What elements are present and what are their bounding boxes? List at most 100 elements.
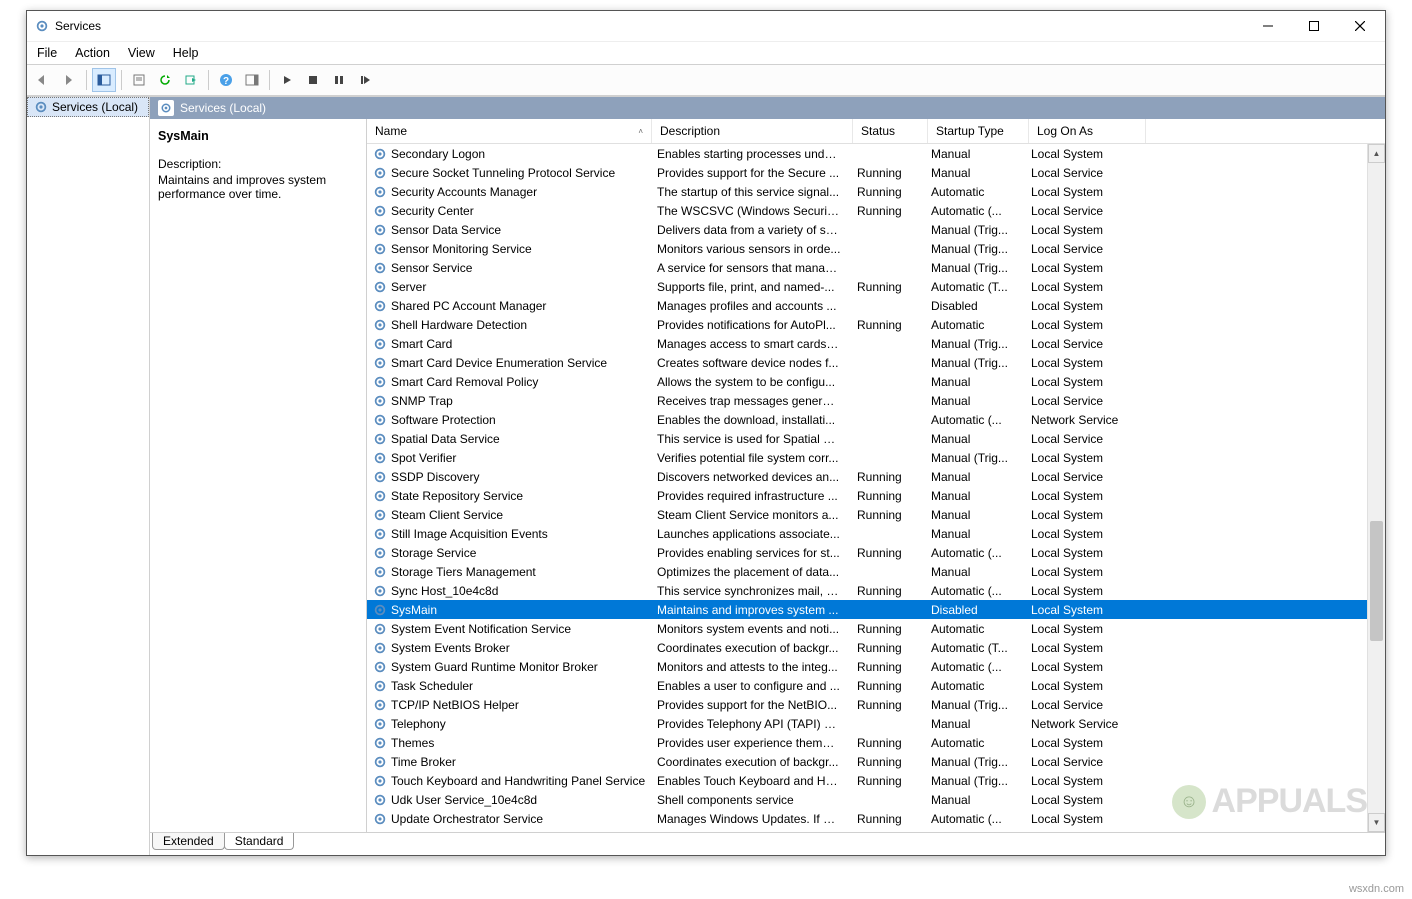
scroll-track[interactable] [1368,163,1385,813]
table-row[interactable]: ThemesProvides user experience theme ...… [367,733,1367,752]
table-row[interactable]: Storage ServiceProvides enabling service… [367,543,1367,562]
table-row[interactable]: Storage Tiers ManagementOptimizes the pl… [367,562,1367,581]
back-button[interactable] [31,68,55,92]
service-status: Running [849,584,923,598]
gear-icon [373,831,387,833]
table-row[interactable]: TelephonyProvides Telephony API (TAPI) s… [367,714,1367,733]
table-row[interactable]: ServerSupports file, print, and named-..… [367,277,1367,296]
col-log-on-as[interactable]: Log On As [1029,119,1146,143]
service-desc: Enables Touch Keyboard and Ha... [649,774,849,788]
scroll-down-button[interactable]: ▼ [1368,813,1385,832]
scroll-thumb[interactable] [1370,521,1383,641]
pause-service-button[interactable] [327,68,351,92]
table-row[interactable]: SSDP DiscoveryDiscovers networked device… [367,467,1367,486]
table-row[interactable]: Spatial Data ServiceThis service is used… [367,429,1367,448]
service-desc: Steam Client Service monitors a... [649,508,849,522]
table-row[interactable]: Sensor Monitoring ServiceMonitors variou… [367,239,1367,258]
scrollbar[interactable]: ▲ ▼ [1367,144,1385,832]
service-desc: Provides Telephony API (TAPI) su... [649,717,849,731]
table-row[interactable]: Udk User Service_10e4c8dShell components… [367,790,1367,809]
forward-button[interactable] [57,68,81,92]
table-row[interactable]: Task SchedulerEnables a user to configur… [367,676,1367,695]
start-service-button[interactable] [275,68,299,92]
close-button[interactable] [1337,11,1383,41]
table-row[interactable]: Smart Card Device Enumeration ServiceCre… [367,353,1367,372]
service-startup: Manual (Trig... [923,356,1023,370]
service-logon: Local Service [1023,204,1139,218]
table-row[interactable]: Spot VerifierVerifies potential file sys… [367,448,1367,467]
service-desc: Provides support for the NetBIO... [649,698,849,712]
tab-extended[interactable]: Extended [152,833,225,850]
minimize-button[interactable] [1245,11,1291,41]
table-row[interactable]: Smart Card Removal PolicyAllows the syst… [367,372,1367,391]
table-row[interactable]: Shell Hardware DetectionProvides notific… [367,315,1367,334]
service-startup: Automatic (... [923,413,1023,427]
table-row[interactable]: Security Accounts ManagerThe startup of … [367,182,1367,201]
table-row[interactable]: Still Image Acquisition EventsLaunches a… [367,524,1367,543]
gear-icon [373,299,387,313]
tree-item-services-local[interactable]: Services (Local) [27,97,149,117]
service-name: Time Broker [391,755,456,769]
service-startup: Manual [923,147,1023,161]
menu-view[interactable]: View [128,46,155,60]
service-desc: Monitors and attests to the integ... [649,660,849,674]
table-row[interactable]: SNMP TrapReceives trap messages generate… [367,391,1367,410]
footer-url: wsxdn.com [1349,883,1404,895]
col-startup-type[interactable]: Startup Type [928,119,1029,143]
table-row[interactable]: Secondary LogonEnables starting processe… [367,144,1367,163]
properties-button[interactable] [127,68,151,92]
table-row[interactable]: UPnP Device HostAllows UPnP devices to b… [367,828,1367,832]
table-row[interactable]: Steam Client ServiceSteam Client Service… [367,505,1367,524]
table-row[interactable]: Software ProtectionEnables the download,… [367,410,1367,429]
app-icon [35,19,49,33]
service-name: SNMP Trap [391,394,453,408]
service-desc: The startup of this service signal... [649,185,849,199]
service-logon: Local System [1023,375,1139,389]
menu-action[interactable]: Action [75,46,110,60]
service-name: SSDP Discovery [391,470,479,484]
scroll-up-button[interactable]: ▲ [1368,144,1385,163]
restart-service-button[interactable] [353,68,377,92]
menu-help[interactable]: Help [173,46,199,60]
table-row[interactable]: System Guard Runtime Monitor BrokerMonit… [367,657,1367,676]
table-row[interactable]: Time BrokerCoordinates execution of back… [367,752,1367,771]
service-status: Running [849,774,923,788]
service-name: Storage Tiers Management [391,565,536,579]
gear-icon [373,223,387,237]
table-row[interactable]: Security CenterThe WSCSVC (Windows Secur… [367,201,1367,220]
show-hide-tree-button[interactable] [92,68,116,92]
service-desc: Provides required infrastructure ... [649,489,849,503]
col-status[interactable]: Status [853,119,928,143]
export-button[interactable] [179,68,203,92]
table-row[interactable]: Sensor Data ServiceDelivers data from a … [367,220,1367,239]
table-row[interactable]: Secure Socket Tunneling Protocol Service… [367,163,1367,182]
maximize-button[interactable] [1291,11,1337,41]
service-startup: Manual [923,831,1023,833]
gear-icon [373,470,387,484]
table-row[interactable]: Sync Host_10e4c8dThis service synchroniz… [367,581,1367,600]
service-desc: Delivers data from a variety of se... [649,223,849,237]
table-row[interactable]: Sensor ServiceA service for sensors that… [367,258,1367,277]
pane-header: Services (Local) [150,97,1385,119]
table-row[interactable]: TCP/IP NetBIOS HelperProvides support fo… [367,695,1367,714]
gear-icon [373,812,387,826]
table-row[interactable]: System Events BrokerCoordinates executio… [367,638,1367,657]
tab-standard[interactable]: Standard [224,833,295,850]
table-row[interactable]: Shared PC Account ManagerManages profile… [367,296,1367,315]
action-pane-button[interactable] [240,68,264,92]
table-row[interactable]: Smart CardManages access to smart cards … [367,334,1367,353]
table-row[interactable]: SysMainMaintains and improves system ...… [367,600,1367,619]
menu-file[interactable]: File [37,46,57,60]
refresh-button[interactable] [153,68,177,92]
stop-service-button[interactable] [301,68,325,92]
tree-item-label: Services (Local) [52,100,138,114]
table-row[interactable]: System Event Notification ServiceMonitor… [367,619,1367,638]
table-row[interactable]: Touch Keyboard and Handwriting Panel Ser… [367,771,1367,790]
col-name[interactable]: Name˄ [367,119,652,143]
service-logon: Local System [1023,603,1139,617]
table-row[interactable]: Update Orchestrator ServiceManages Windo… [367,809,1367,828]
table-row[interactable]: State Repository ServiceProvides require… [367,486,1367,505]
col-description[interactable]: Description [652,119,853,143]
help-button[interactable]: ? [214,68,238,92]
service-status: Running [849,318,923,332]
